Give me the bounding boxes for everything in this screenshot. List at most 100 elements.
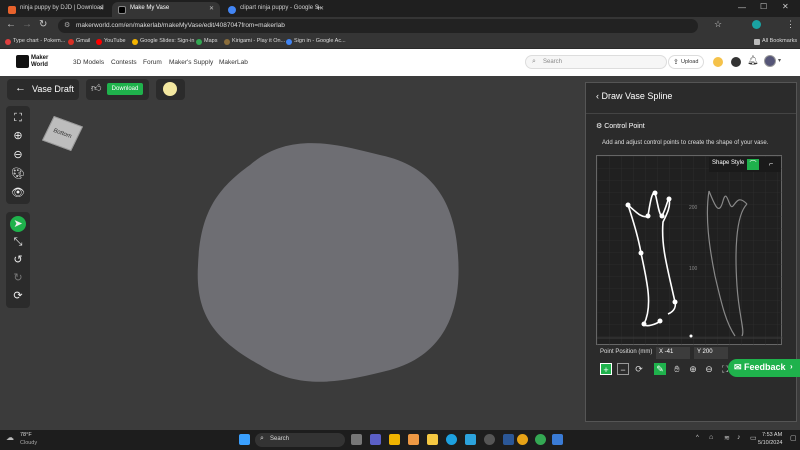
browser-tab-clipart[interactable]: clipart ninja puppy - Google S ✕ [222,2,330,17]
edge-icon[interactable] [446,434,457,445]
vase-draft-back-button[interactable]: ← Vase Draft [7,79,79,100]
task-view-icon[interactable] [351,434,362,445]
weather-icon[interactable]: ☁ [6,433,14,442]
palette-icon[interactable]: 🎨︎ [10,166,26,182]
site-logo[interactable]: Maker World [31,55,59,69]
bookmark-item[interactable]: Gmail [68,38,90,45]
app-icon[interactable] [427,434,438,445]
back-icon[interactable]: ← [6,19,16,30]
nav-makerlab[interactable]: MakerLab [219,59,248,66]
search-input[interactable]: ⌕ Search [525,55,667,69]
close-tab-icon[interactable]: ✕ [99,5,104,12]
app-icon[interactable] [552,434,563,445]
new-tab-icon[interactable]: + [316,3,321,13]
bookmark-item[interactable]: YouTube [96,38,126,45]
clock-date[interactable]: 5/10/2024 [758,440,782,446]
tray-chevron-icon[interactable]: ^ [696,435,699,441]
makerworld-logo-icon[interactable] [16,55,29,68]
nav-contests[interactable]: Contests [111,59,137,66]
bookmarks-bar: Type chart - Pokem... Gmail YouTube Goog… [0,35,800,49]
chevron-down-icon[interactable]: ▾ [778,57,781,64]
site-header: Maker World 3D Models Contests Forum Mak… [0,49,800,76]
edit-toolbar: ➤ ⤡ ↺ ↻ ⟳ [6,212,30,308]
vase-preset-button[interactable] [156,79,185,100]
pen-tool-icon[interactable]: ✎ [654,363,666,375]
chrome-icon[interactable] [535,434,546,445]
maximize-icon[interactable]: ☐ [760,2,767,11]
nav-3d-models[interactable]: 3D Models [73,59,104,66]
eye-icon[interactable]: 👁︎ [10,185,26,201]
bookmark-item[interactable]: Kirigami - Play it On... [224,38,285,45]
refresh-icon[interactable]: ⟳ [633,363,645,375]
browser-tab-make-my-vase[interactable]: Make My Vase ✕ [112,2,220,17]
divider [586,113,796,114]
spline-graph[interactable] [597,156,783,346]
profile-avatar[interactable] [752,20,761,29]
close-tab-icon[interactable]: ✕ [209,5,214,12]
undo-icon[interactable]: ↺ [10,252,26,268]
remove-point-icon[interactable]: − [617,363,629,375]
app-icon[interactable] [465,434,476,445]
app-icon[interactable] [517,434,528,445]
scale-icon[interactable]: ⤡ [10,234,26,250]
messages-icon[interactable] [731,57,741,67]
app-icon[interactable] [408,434,419,445]
add-point-icon[interactable]: + [600,363,612,375]
bookmark-item[interactable]: Type chart - Pokem... [5,38,65,45]
feedback-button[interactable]: ✉ Feedback › [728,359,800,377]
redo-icon[interactable]: ↻ [10,270,26,286]
zoom-in-icon[interactable]: ⊕ [687,363,699,375]
clock-time[interactable]: 7:53 AM [762,432,782,438]
app-icon[interactable] [484,434,495,445]
zoom-in-icon[interactable]: ⊕ [10,128,26,144]
select-cursor-icon[interactable]: ➤ [10,216,26,232]
star-icon[interactable]: ☆ [714,19,722,30]
zoom-out-icon[interactable]: ⊖ [10,147,26,163]
reload-icon[interactable]: ↻ [39,19,47,30]
reset-icon[interactable]: ⟳ [10,288,26,304]
all-bookmarks[interactable]: All Bookmarks [754,38,797,45]
points-icon[interactable] [713,57,723,67]
y-position-field[interactable]: Y 200 [694,347,728,359]
corner-curve-icon[interactable]: ⌐ [765,159,777,170]
menu-icon[interactable]: ⋮ [786,19,795,30]
network-icon[interactable]: ⌂ [709,434,713,441]
bookmark-item[interactable]: Sign in - Google Ac... [286,38,346,45]
panel-back-button[interactable]: ‹ Draw Vase Spline [596,91,672,101]
nav-forum[interactable]: Forum [143,59,162,66]
notifications-icon[interactable]: 🔔︎ [747,55,758,66]
maps-icon [196,39,202,45]
vase-thumbnail-icon [163,82,177,96]
battery-icon[interactable]: ▭ [750,434,757,442]
upload-button[interactable]: ⇪ Upload [668,55,704,69]
zoom-out-icon[interactable]: ⊖ [703,363,715,375]
bookmark-item[interactable]: Google Slides: Sign-in [132,38,194,45]
fit-view-icon[interactable]: ⛶ [10,110,26,126]
notification-center-icon[interactable]: ▢ [790,434,797,442]
spline-editor[interactable]: 200 100 Shape Style ⌒ ⌐ [596,155,783,346]
address-bar[interactable]: ⚙ makerworld.com/en/makerlab/makeMyVase/… [58,19,698,33]
volume-icon[interactable]: ♪ [737,434,741,441]
x-position-field[interactable]: X -41 [656,347,690,359]
smooth-curve-icon[interactable]: ⌒ [747,159,759,170]
search-icon: ⌕ [260,435,264,442]
bookmark-item[interactable]: Maps [196,38,217,45]
file-explorer-icon[interactable] [389,434,400,445]
taskbar-search[interactable]: ⌕ Search [255,433,345,447]
teams-icon[interactable] [370,434,381,445]
browser-tab-ninja-puppy[interactable]: ninja puppy by DJD | Download ✕ [2,2,110,17]
thumbs-up-icon[interactable]: 👍︎ [91,82,101,94]
forward-icon[interactable]: → [22,19,32,30]
vase-preview[interactable] [190,125,465,387]
search-icon: ⌕ [532,58,536,65]
app-icon[interactable] [503,434,514,445]
close-window-icon[interactable]: ✕ [782,2,789,11]
windows-start-icon[interactable] [239,434,250,445]
minimize-icon[interactable]: — [738,3,746,12]
wifi-icon[interactable]: ≋ [724,434,730,442]
download-button[interactable]: Download [107,83,143,95]
nav-makers-supply[interactable]: Maker's Supply [169,59,213,66]
user-avatar[interactable] [764,55,776,67]
hand-pan-icon[interactable]: ✋︎ [671,363,683,375]
site-info-icon[interactable]: ⚙ [64,21,70,29]
